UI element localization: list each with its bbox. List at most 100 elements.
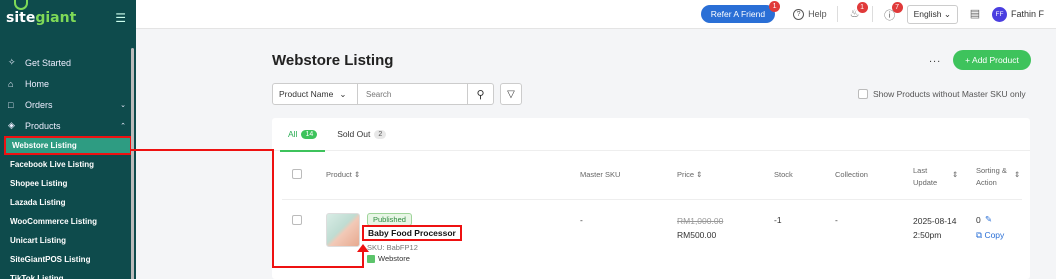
hamburger-icon[interactable]: ☰ [115, 11, 126, 25]
sidebar-subitem-shopee-listing[interactable]: Shopee Listing [0, 174, 136, 193]
sidebar-item-orders[interactable]: □ Orders ⌄ [0, 94, 136, 115]
help-label: Help [808, 9, 827, 19]
chevron-down-icon: ⌄ [943, 8, 951, 19]
search-input[interactable] [358, 83, 468, 105]
sort-icon[interactable]: ⇕ [1014, 170, 1020, 179]
sort-value: 0 [976, 215, 981, 225]
search-field-select[interactable]: Product Name ⌄ [272, 83, 358, 105]
annotation-line [130, 149, 274, 151]
sidebar-nav: ✧ Get Started ⌂ Home □ Orders ⌄ ◈ Produc… [0, 52, 136, 279]
select-all-checkbox[interactable] [292, 169, 302, 179]
tab-count: 2 [374, 129, 387, 139]
sidebar-item-label: Get Started [25, 57, 72, 68]
sitegiant-logo[interactable]: sitegiant [6, 0, 76, 26]
layout-icon[interactable]: ▤ [968, 7, 982, 21]
alert-badge: 7 [891, 2, 903, 13]
checkbox[interactable] [858, 89, 868, 99]
sidebar-subitem-unicart-listing[interactable]: Unicart Listing [0, 231, 136, 250]
edit-icon[interactable]: ✎ [985, 214, 992, 225]
sidebar-subitem-tiktok-listing[interactable]: TikTok Listing [0, 269, 136, 279]
sparkle-icon: ✧ [8, 57, 16, 67]
update-time: 2:50pm [913, 230, 942, 240]
language-select[interactable]: English ⌄ [906, 4, 958, 24]
store-icon [367, 254, 375, 263]
divider [836, 6, 838, 22]
stock-value: -1 [774, 215, 782, 225]
alert-icon[interactable]: ⓘ 7 [883, 2, 903, 22]
channel-tag: Webstore [367, 254, 410, 263]
channel-label: Webstore [378, 254, 410, 263]
help-link[interactable]: ? Help [793, 8, 827, 20]
search-icon[interactable]: ⚲ [468, 83, 494, 105]
clipboard-icon: □ [8, 99, 14, 110]
sidebar-subitem-woocommerce-listing[interactable]: WooCommerce Listing [0, 212, 136, 231]
column-header-last-update[interactable]: Last Update [913, 165, 937, 189]
product-thumbnail[interactable] [326, 213, 360, 247]
tab-label: Sold Out [337, 129, 371, 139]
language-label: English [913, 8, 942, 19]
tabs: All 14 Sold Out 2 [272, 118, 1030, 152]
filter-row: Product Name ⌄ ⚲ ▽ [272, 83, 522, 105]
tab-all[interactable]: All 14 [279, 118, 326, 152]
sidebar-item-home[interactable]: ⌂ Home [0, 73, 136, 94]
more-options-button[interactable]: ... [929, 53, 941, 65]
sort-icon[interactable]: ⇕ [952, 170, 958, 179]
row-checkbox[interactable] [292, 215, 302, 225]
refer-badge: 1 [769, 1, 781, 12]
sidebar: sitegiant ☰ ✧ Get Started ⌂ Home □ Order… [0, 0, 136, 279]
column-header-stock: Stock [774, 170, 793, 179]
filter-icon[interactable]: ▽ [500, 83, 522, 105]
chevron-up-icon: ⌃ [120, 122, 126, 130]
refer-a-friend-button[interactable]: Refer A Friend 1 [700, 1, 781, 23]
add-product-button[interactable]: + Add Product [953, 50, 1031, 70]
notification-badge: 1 [856, 2, 868, 13]
sidebar-scrollbar[interactable] [131, 48, 134, 279]
topbar: Refer A Friend 1 ? Help ♨ 1 ⓘ 7 English … [136, 0, 1056, 29]
checkbox-label: Show Products without Master SKU only [873, 89, 1026, 99]
divider [871, 6, 873, 22]
product-sku: SKU: BabFP12 [367, 243, 418, 252]
tab-label: All [288, 129, 298, 139]
tab-sold-out[interactable]: Sold Out 2 [337, 118, 387, 151]
annotation-arrowhead [357, 244, 369, 252]
logo-row: sitegiant ☰ [0, 0, 136, 36]
refer-label: Refer A Friend [710, 9, 766, 19]
column-header-product[interactable]: Product ⇕ [326, 170, 360, 179]
sale-price: RM500.00 [677, 230, 717, 240]
bell-icon[interactable]: ♨ 1 [848, 2, 868, 21]
column-header-sorting-action[interactable]: Sorting & Action [976, 165, 1007, 189]
sidebar-subitem-lazada-listing[interactable]: Lazada Listing [0, 193, 136, 212]
update-date: 2025-08-14 [913, 216, 957, 226]
box-icon: ◈ [8, 120, 15, 130]
sidebar-item-label: Products [25, 120, 61, 131]
sidebar-item-get-started[interactable]: ✧ Get Started [0, 52, 136, 73]
sidebar-subitem-sitegiantpos-listing[interactable]: SiteGiantPOS Listing [0, 250, 136, 269]
annotation-line [272, 266, 364, 268]
chevron-down-icon: ⌄ [339, 88, 347, 99]
user-menu[interactable]: FF Fathin F [991, 6, 1044, 22]
user-name: Fathin F [1010, 9, 1044, 19]
chevron-down-icon: ⌄ [120, 101, 126, 109]
annotation-line [272, 149, 274, 268]
master-sku-value: - [580, 215, 583, 225]
sidebar-subitem-facebook-live-listing[interactable]: Facebook Live Listing [0, 155, 136, 174]
avatar: FF [991, 6, 1007, 22]
column-header-collection: Collection [835, 170, 868, 179]
original-price: RM1,000.00 [677, 216, 724, 226]
sidebar-item-label: Home [25, 78, 50, 89]
sidebar-subitem-webstore-listing[interactable]: Webstore Listing [4, 136, 132, 155]
column-header-price[interactable]: Price ⇕ [677, 170, 702, 179]
table-divider [282, 199, 1022, 200]
sidebar-item-products[interactable]: ◈ Products ⌃ [0, 115, 136, 136]
question-icon: ? [793, 8, 805, 20]
column-header-master-sku: Master SKU [580, 170, 621, 179]
tab-count: 14 [301, 129, 318, 139]
product-name-link[interactable]: Baby Food Processor [362, 225, 462, 241]
search-field-label: Product Name [279, 89, 334, 99]
home-icon: ⌂ [8, 78, 14, 89]
collection-value: - [835, 215, 838, 225]
page-title: Webstore Listing [272, 52, 394, 69]
copy-button[interactable]: ⧉ Copy [976, 230, 1004, 241]
master-sku-only-checkbox[interactable]: Show Products without Master SKU only [858, 89, 1026, 99]
sidebar-item-label: Orders [25, 99, 53, 110]
